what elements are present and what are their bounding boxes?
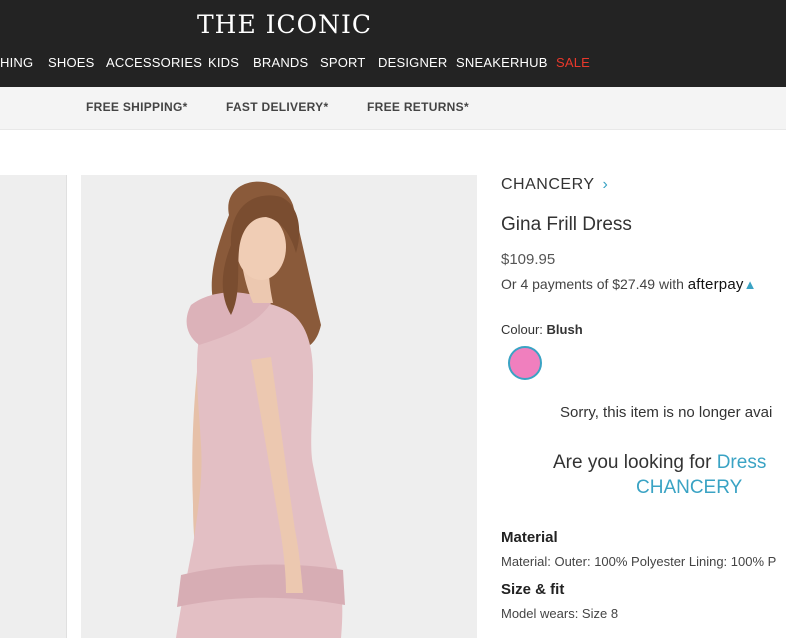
nav-item-brands[interactable]: BRANDS [253, 55, 308, 70]
size-fit-text: Model wears: Size 8 [501, 606, 619, 621]
afterpay-text: Or 4 payments of $27.49 with [501, 276, 684, 292]
nav-item-shoes[interactable]: SHOES [48, 55, 95, 70]
benefit-free-shipping[interactable]: FREE SHIPPING* [86, 100, 188, 114]
site-logo[interactable]: THE ICONIC [197, 10, 372, 39]
nav-item-kids[interactable]: KIDS [208, 55, 239, 70]
unavailable-message: Sorry, this item is no longer avai [560, 404, 773, 421]
size-fit-heading: Size & fit [501, 581, 565, 598]
afterpay-logo[interactable]: afterpay▲ [688, 276, 757, 293]
nav-item-designer[interactable]: DESIGNER [378, 55, 448, 70]
product-image-main[interactable] [81, 175, 477, 638]
nav-item-sale[interactable]: SALE [556, 55, 590, 70]
nav-item-sneakerhub[interactable]: SNEAKERHUB [456, 55, 548, 70]
nav-item-accessories[interactable]: ACCESSORIES [106, 55, 202, 70]
product-image-thumbnail[interactable] [0, 175, 67, 638]
product-name: Gina Frill Dress [501, 214, 632, 235]
colour-swatch-blush[interactable] [508, 346, 542, 380]
suggestion-link-chancery[interactable]: CHANCERY [636, 477, 742, 499]
benefits-bar: FREE SHIPPING* FAST DELIVERY* FREE RETUR… [0, 87, 786, 130]
material-text: Material: Outer: 100% Polyester Lining: … [501, 554, 777, 569]
brand-name: CHANCERY [501, 176, 595, 193]
site-header: THE ICONIC HING SHOES ACCESSORIES KIDS B… [0, 0, 786, 87]
material-heading: Material [501, 529, 558, 546]
suggestion-link-dress[interactable]: Dress [717, 452, 767, 473]
brand-link[interactable]: CHANCERY › [501, 176, 608, 194]
suggestion-text: Are you looking for Dress [553, 452, 767, 473]
afterpay-info: Or 4 payments of $27.49 with afterpay▲ [501, 276, 757, 293]
model-photo-illustration [81, 175, 477, 638]
benefit-free-returns[interactable]: FREE RETURNS* [367, 100, 469, 114]
benefit-fast-delivery[interactable]: FAST DELIVERY* [226, 100, 328, 114]
product-price: $109.95 [501, 251, 556, 268]
colour-value: Blush [546, 322, 583, 337]
chevron-right-icon: › [602, 176, 609, 193]
nav-item-sport[interactable]: SPORT [320, 55, 366, 70]
colour-label: Colour: Blush [501, 322, 583, 337]
afterpay-arrow-icon: ▲ [743, 277, 757, 292]
nav-item-clothing[interactable]: HING [0, 55, 33, 70]
